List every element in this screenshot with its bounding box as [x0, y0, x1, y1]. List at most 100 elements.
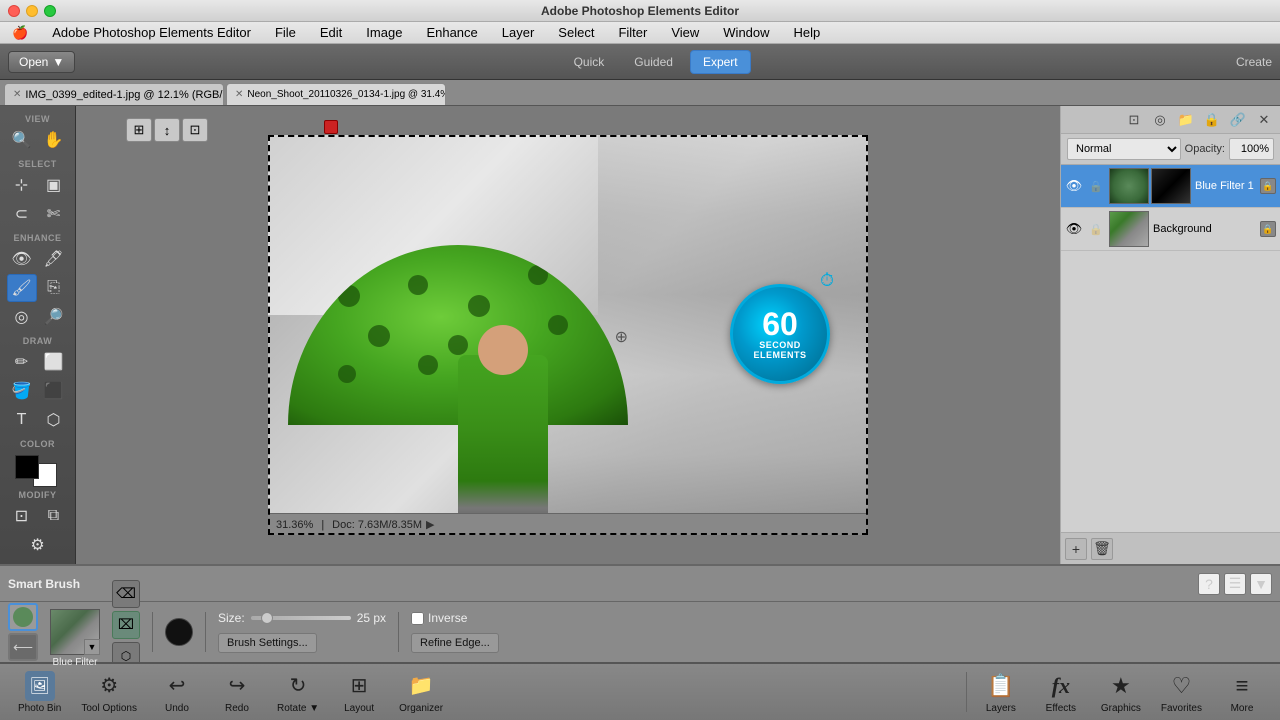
panel-icon-link[interactable]: 🔗: [1226, 109, 1250, 131]
blend-mode-select[interactable]: Normal: [1067, 138, 1181, 160]
refine-edge-button[interactable]: Refine Edge...: [411, 633, 499, 653]
paint-bucket-tool[interactable]: 🪣: [7, 377, 37, 405]
menu-view[interactable]: View: [667, 23, 703, 42]
dock-more[interactable]: ≡ More: [1212, 667, 1272, 718]
filter-thumb-dropdown[interactable]: ▼: [84, 639, 100, 655]
panel-icon-1[interactable]: ⊡: [1122, 109, 1146, 131]
layer-visibility-2[interactable]: 👁: [1065, 220, 1083, 238]
left-toolbar: VIEW 🔍 ✋ SELECT ⊹ ▣ ⊂ ✄ ENHANCE 👁 🖋 🖌 ⎘: [0, 106, 76, 564]
blur-tool[interactable]: ◎: [7, 303, 37, 331]
layer-badge-2[interactable]: 🔒: [1260, 221, 1276, 237]
close-button[interactable]: [8, 5, 20, 17]
separator-3: [398, 612, 399, 652]
gradient-tool[interactable]: ⬛: [39, 377, 69, 405]
opacity-input[interactable]: [1229, 138, 1274, 160]
marquee-tool[interactable]: ▣: [39, 171, 69, 199]
create-button[interactable]: Create: [1236, 55, 1272, 69]
dock-favorites[interactable]: ♡ Favorites: [1151, 667, 1212, 718]
dock-redo[interactable]: ↪ Redo: [207, 667, 267, 718]
inverse-checkbox[interactable]: [411, 612, 424, 625]
crop-tool[interactable]: ⊡: [7, 502, 37, 530]
layer-thumb-filter: [1109, 168, 1149, 204]
layer-row-blue-filter[interactable]: 👁 🔒 Blue Filter 1 🔒: [1061, 165, 1280, 208]
panel-icon-delete[interactable]: ✕: [1252, 109, 1276, 131]
panel-icon-lock[interactable]: 🔒: [1200, 109, 1224, 131]
dock-photo-bin[interactable]: 🖼 Photo Bin: [8, 667, 71, 718]
doc-tab-close-2[interactable]: ✕: [235, 89, 243, 100]
menu-file[interactable]: File: [271, 23, 300, 42]
lasso-tool[interactable]: ⊂: [7, 200, 37, 228]
menu-filter[interactable]: Filter: [614, 23, 651, 42]
expert-mode-button[interactable]: Expert: [690, 50, 751, 74]
brush-eraser-button[interactable]: ⌫: [112, 580, 140, 608]
recompose-tool[interactable]: ⧉: [39, 502, 69, 530]
clone-tool[interactable]: ⎘: [39, 274, 69, 302]
size-slider[interactable]: [251, 616, 351, 620]
canvas-tool-2[interactable]: ↕: [154, 118, 180, 142]
dock-layout[interactable]: ⊞ Layout: [329, 667, 389, 718]
dock-tool-options[interactable]: ⚙ Tool Options: [71, 667, 147, 718]
status-bar: 31.36% | Doc: 7.63M/8.35M ▶: [268, 513, 868, 535]
layer-badge-1[interactable]: 🔒: [1260, 178, 1276, 194]
custom-shape-tool[interactable]: ⬡: [39, 406, 69, 434]
menu-help[interactable]: Help: [790, 23, 825, 42]
doc-tab-2[interactable]: ✕ Neon_Shoot_20110326_0134-1.jpg @ 31.4%…: [226, 83, 446, 105]
menu-app[interactable]: Adobe Photoshop Elements Editor: [48, 23, 255, 42]
canvas-tool-1[interactable]: ⊞: [126, 118, 152, 142]
doc-size-expand[interactable]: ▶: [426, 518, 434, 531]
brush-type-erase[interactable]: ⟵: [8, 633, 38, 661]
color-swatches[interactable]: [15, 455, 61, 482]
dock-layers[interactable]: 📋 Layers: [971, 667, 1031, 718]
panel-icon-2[interactable]: ◎: [1148, 109, 1172, 131]
layers-panel-bottom: + 🗑: [1061, 532, 1280, 564]
menu-layer[interactable]: Layer: [498, 23, 539, 42]
quick-select-tool[interactable]: ✄: [39, 200, 69, 228]
eraser-tool[interactable]: ⬜: [39, 348, 69, 376]
sharpen-tool[interactable]: 🔎: [39, 303, 69, 331]
delete-layer-button[interactable]: 🗑: [1091, 538, 1113, 560]
menu-window[interactable]: Window: [719, 23, 773, 42]
foreground-color-swatch[interactable]: [15, 455, 39, 479]
layer-visibility-1[interactable]: 👁: [1065, 177, 1083, 195]
dock-effects[interactable]: fx Effects: [1031, 667, 1091, 718]
dock-undo[interactable]: ↩ Undo: [147, 667, 207, 718]
smart-brush-tool[interactable]: 🖌: [7, 274, 37, 302]
pencil-tool[interactable]: ✏: [7, 348, 37, 376]
dock-organizer[interactable]: 📁 Organizer: [389, 667, 453, 718]
brush-eraser-alt[interactable]: ⌧: [112, 611, 140, 639]
maximize-button[interactable]: [44, 5, 56, 17]
layer-row-background[interactable]: 👁 🔒 Background 🔒: [1061, 208, 1280, 251]
apple-menu[interactable]: 🍎: [8, 23, 32, 43]
dock-graphics[interactable]: ★ Graphics: [1091, 667, 1151, 718]
dock-rotate[interactable]: ↻ Rotate ▼: [267, 667, 329, 718]
type-tool[interactable]: T: [7, 406, 37, 434]
menu-enhance[interactable]: Enhance: [422, 23, 481, 42]
guided-mode-button[interactable]: Guided: [621, 50, 686, 74]
add-layer-button[interactable]: +: [1065, 538, 1087, 560]
hand-tool[interactable]: ✋: [39, 126, 69, 154]
settings-tool[interactable]: ⚙: [23, 531, 53, 559]
brush-settings-button[interactable]: Brush Settings...: [218, 633, 317, 653]
doc-tab-close-1[interactable]: ✕: [13, 89, 21, 100]
move-tool[interactable]: ⊹: [7, 171, 37, 199]
doc-tab-1[interactable]: ✕ IMG_0399_edited-1.jpg @ 12.1% (RGB/8*): [4, 83, 224, 105]
canvas-mini-toolbar: ⊞ ↕ ⊡: [126, 118, 208, 142]
panel-icon-3[interactable]: 📁: [1174, 109, 1198, 131]
zoom-tool[interactable]: 🔍: [7, 126, 37, 154]
menu-edit[interactable]: Edit: [316, 23, 346, 42]
smart-brush-list[interactable]: ☰: [1224, 573, 1246, 595]
canvas-tool-3[interactable]: ⊡: [182, 118, 208, 142]
open-button[interactable]: Open ▼: [8, 51, 75, 73]
quick-mode-button[interactable]: Quick: [561, 50, 618, 74]
brush-type-paint[interactable]: [8, 603, 38, 631]
opacity-label: Opacity:: [1185, 143, 1225, 155]
menu-image[interactable]: Image: [362, 23, 406, 42]
menu-select[interactable]: Select: [554, 23, 598, 42]
brush-color-picker[interactable]: [165, 618, 193, 646]
heal-tool[interactable]: 🖋: [39, 245, 69, 273]
minimize-button[interactable]: [26, 5, 38, 17]
smart-brush-expand[interactable]: ▼: [1250, 573, 1272, 595]
smart-brush-help[interactable]: ?: [1198, 573, 1220, 595]
redo-icon: ↪: [222, 671, 252, 701]
eye-tool[interactable]: 👁: [7, 245, 37, 273]
